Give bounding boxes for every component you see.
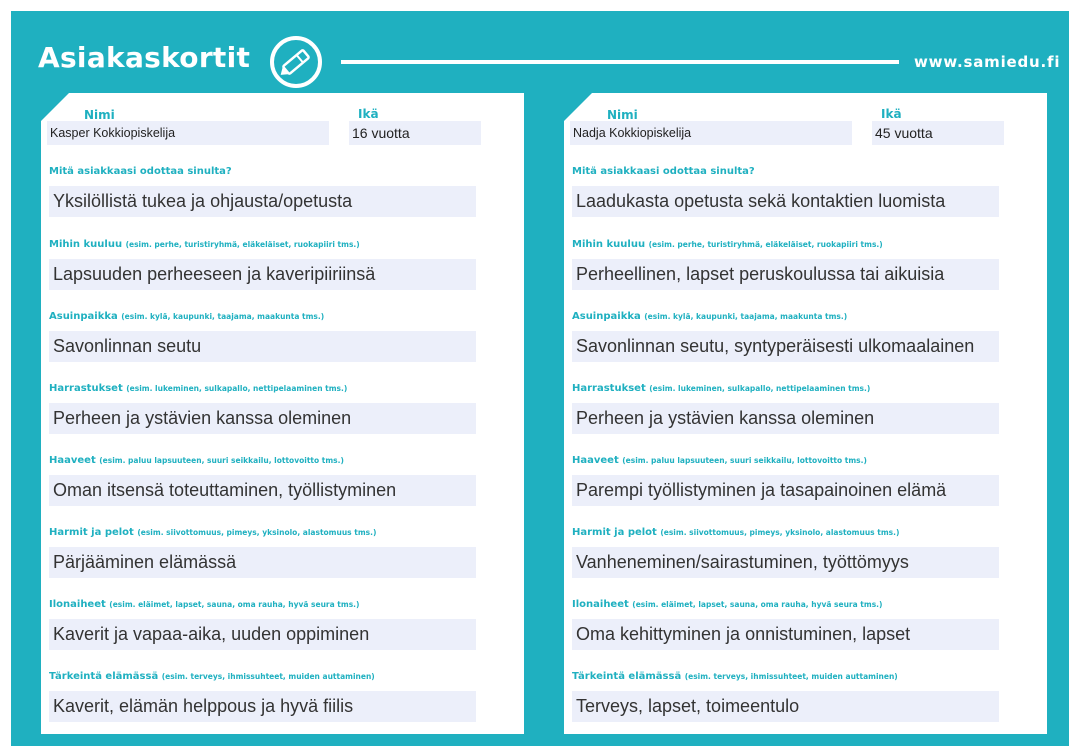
name-label: Nimi: [84, 108, 115, 122]
card-corner: [564, 93, 592, 121]
answer-dreams[interactable]: Oman itsensä toteuttaminen, työllistymin…: [49, 475, 476, 506]
answer-expectations[interactable]: Yksilöllistä tukea ja ohjausta/opetusta: [49, 186, 476, 217]
answer-belongs-to[interactable]: Perheellinen, lapset peruskoulussa tai a…: [572, 259, 999, 290]
name-field[interactable]: Kasper Kokkiopiskelija: [47, 121, 329, 145]
question-most-important: Tärkeintä elämässä (esim. terveys, ihmis…: [572, 671, 898, 682]
answer-most-important[interactable]: Terveys, lapset, toimeentulo: [572, 691, 999, 722]
question-residence: Asuinpaikka (esim. kylä, kaupunki, taaja…: [572, 311, 848, 322]
question-hobbies: Harrastukset (esim. lukeminen, sulkapall…: [49, 383, 348, 394]
website-url[interactable]: www.samiedu.fi: [914, 53, 1060, 71]
header-divider: [341, 60, 899, 64]
card-corner: [41, 93, 69, 121]
answer-joys[interactable]: Oma kehittyminen ja onnistuminen, lapset: [572, 619, 999, 650]
answer-dreams[interactable]: Parempi työllistyminen ja tasapainoinen …: [572, 475, 999, 506]
pencil-circle-icon: [270, 36, 322, 88]
page-title: Asiakaskortit: [38, 41, 251, 74]
age-field[interactable]: 45 vuotta: [872, 121, 1004, 145]
question-fears: Harmit ja pelot (esim. siivottomuus, pim…: [572, 527, 900, 538]
question-hobbies: Harrastukset (esim. lukeminen, sulkapall…: [572, 383, 871, 394]
question-joys: Ilonaiheet (esim. eläimet, lapset, sauna…: [49, 599, 360, 610]
question-dreams: Haaveet (esim. paluu lapsuuteen, suuri s…: [49, 455, 344, 466]
answer-hobbies[interactable]: Perheen ja ystävien kanssa oleminen: [572, 403, 999, 434]
question-belongs-to: Mihin kuuluu (esim. perhe, turistiryhmä,…: [572, 239, 883, 250]
answer-hobbies[interactable]: Perheen ja ystävien kanssa oleminen: [49, 403, 476, 434]
client-card-kasper: Nimi Ikä Kasper Kokkiopiskelija 16 vuott…: [41, 93, 524, 734]
age-field[interactable]: 16 vuotta: [349, 121, 481, 145]
question-expectations: Mitä asiakkaasi odottaa sinulta?: [49, 166, 232, 177]
question-residence: Asuinpaikka (esim. kylä, kaupunki, taaja…: [49, 311, 325, 322]
answer-residence[interactable]: Savonlinnan seutu: [49, 331, 476, 362]
name-label: Nimi: [607, 108, 638, 122]
answer-joys[interactable]: Kaverit ja vapaa-aika, uuden oppiminen: [49, 619, 476, 650]
age-label: Ikä: [358, 107, 379, 121]
answer-fears[interactable]: Vanheneminen/sairastuminen, työttömyys: [572, 547, 999, 578]
client-card-nadja: Nimi Ikä Nadja Kokkiopiskelija 45 vuotta…: [564, 93, 1047, 734]
answer-belongs-to[interactable]: Lapsuuden perheeseen ja kaveripiiriinsä: [49, 259, 476, 290]
answer-residence[interactable]: Savonlinnan seutu, syntyperäisesti ulkom…: [572, 331, 999, 362]
question-joys: Ilonaiheet (esim. eläimet, lapset, sauna…: [572, 599, 883, 610]
worksheet: Asiakaskortit www.samiedu.fi Nimi Ikä Ka…: [11, 11, 1069, 746]
answer-fears[interactable]: Pärjääminen elämässä: [49, 547, 476, 578]
name-field[interactable]: Nadja Kokkiopiskelija: [570, 121, 852, 145]
answer-most-important[interactable]: Kaverit, elämän helppous ja hyvä fiilis: [49, 691, 476, 722]
question-expectations: Mitä asiakkaasi odottaa sinulta?: [572, 166, 755, 177]
answer-expectations[interactable]: Laadukasta opetusta sekä kontaktien luom…: [572, 186, 999, 217]
question-fears: Harmit ja pelot (esim. siivottomuus, pim…: [49, 527, 377, 538]
age-label: Ikä: [881, 107, 902, 121]
question-most-important: Tärkeintä elämässä (esim. terveys, ihmis…: [49, 671, 375, 682]
question-dreams: Haaveet (esim. paluu lapsuuteen, suuri s…: [572, 455, 867, 466]
question-belongs-to: Mihin kuuluu (esim. perhe, turistiryhmä,…: [49, 239, 360, 250]
